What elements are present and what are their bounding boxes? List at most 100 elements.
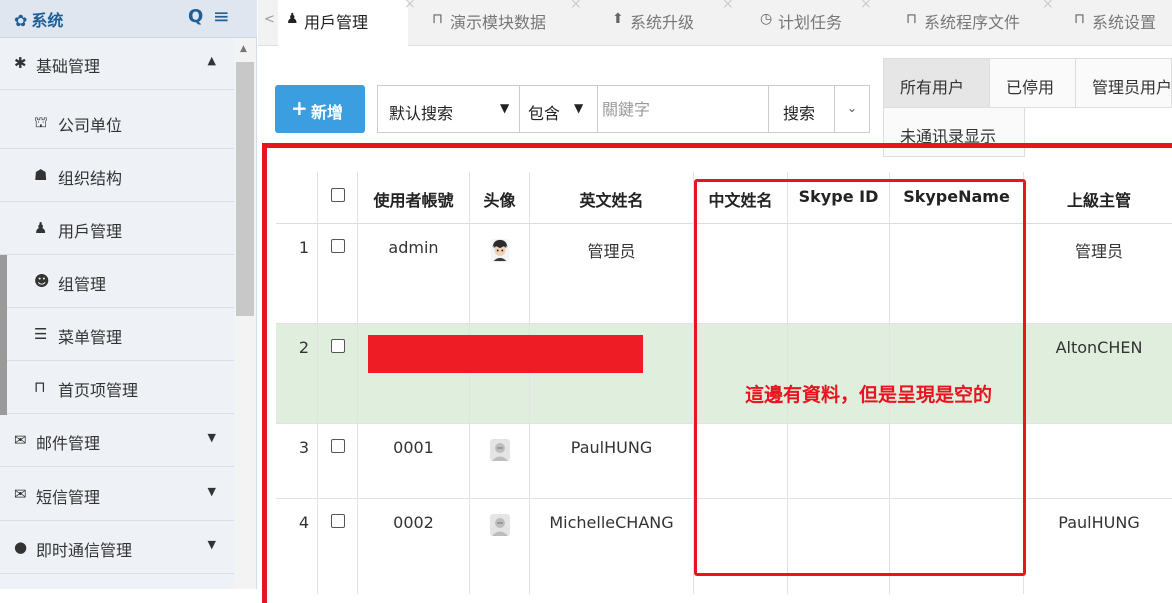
supervisor-cell bbox=[1024, 424, 1172, 498]
col-header-english-name[interactable]: 英文姓名 bbox=[530, 172, 694, 224]
chevron-down-icon: ⌄ bbox=[847, 101, 858, 115]
row-checkbox[interactable] bbox=[330, 439, 345, 453]
bookmark-icon: ⊓ bbox=[34, 378, 46, 396]
row-number: 2 bbox=[276, 324, 318, 423]
chevron-down-icon: ▼ bbox=[207, 538, 216, 551]
group-icon: ☻ bbox=[34, 272, 50, 290]
tab-system-settings[interactable]: ⊓ 系统设置 bbox=[1066, 0, 1172, 46]
search-group: 默认搜索 ▼ 包含 ▼ 搜索 ⌄ bbox=[377, 85, 870, 133]
sidebar-item-company[interactable]: ⛫ 公司单位 bbox=[0, 97, 234, 149]
sidebar-title[interactable]: ✿ 系统 bbox=[14, 7, 63, 31]
row-checkbox[interactable] bbox=[330, 239, 345, 253]
col-header-avatar[interactable]: 头像 bbox=[470, 172, 530, 224]
scroll-up-icon[interactable]: ▲ bbox=[240, 44, 247, 54]
supervisor-cell: PaulHUNG bbox=[1058, 513, 1140, 532]
list-icon: ☰ bbox=[34, 325, 48, 343]
sidebar-item-groups[interactable]: ☻ 组管理 bbox=[0, 256, 234, 308]
tab-demo-data[interactable]: ⊓ 演示模块数据 × bbox=[424, 0, 582, 46]
empty-columns-highlight-box bbox=[694, 179, 1026, 576]
bookmark-icon: ⊓ bbox=[432, 11, 443, 27]
chevron-down-icon: ▼ bbox=[207, 431, 216, 444]
col-header-supervisor[interactable]: 上級主管 bbox=[1024, 172, 1172, 224]
close-icon[interactable]: × bbox=[722, 0, 734, 12]
chevron-down-icon: ▼ bbox=[207, 485, 216, 498]
sidebar-scroll-thumb[interactable] bbox=[236, 62, 254, 316]
search-options-button[interactable]: ⌄ bbox=[834, 86, 870, 132]
avatar-cell bbox=[470, 499, 530, 594]
chevron-down-icon: ▼ bbox=[574, 101, 584, 115]
col-header-select-all[interactable] bbox=[318, 172, 358, 224]
sidebar-item-mail[interactable]: ✉ 邮件管理 ▼ bbox=[0, 415, 234, 467]
annotation-text: 這邊有資料，但是呈現是空的 bbox=[745, 384, 993, 406]
add-button[interactable]: + 新增 bbox=[275, 85, 365, 133]
user-icon: ♟ bbox=[34, 219, 48, 237]
avatar-cell bbox=[470, 224, 530, 323]
sidebar-item-im[interactable]: ● 即时通信管理 ▼ bbox=[0, 522, 234, 574]
row-checkbox-cell[interactable] bbox=[318, 324, 358, 423]
close-icon[interactable]: × bbox=[1042, 0, 1054, 12]
envelope-outline-icon: ✉ bbox=[14, 485, 27, 503]
sidebar-item-basic-management[interactable]: ✱ 基础管理 ▲ bbox=[0, 38, 234, 90]
supervisor-cell: 管理员 bbox=[1074, 242, 1123, 261]
row-number: 4 bbox=[276, 499, 318, 594]
sidebar-item-homepage[interactable]: ⊓ 首页项管理 bbox=[0, 362, 234, 414]
arrow-up-icon: ⬆ bbox=[612, 11, 624, 27]
left-edge-scrollbar[interactable] bbox=[0, 255, 7, 415]
sitemap-icon: ☗ bbox=[34, 166, 48, 184]
filter-all-users[interactable]: 所有用户 bbox=[883, 58, 990, 108]
asterisk-icon: ✱ bbox=[14, 54, 27, 72]
avatar-cell bbox=[470, 424, 530, 498]
filter-admin-users[interactable]: 管理员用户 bbox=[1075, 58, 1172, 108]
row-checkbox-cell[interactable] bbox=[318, 499, 358, 594]
plus-icon: + bbox=[291, 96, 308, 120]
user-icon: ♟ bbox=[286, 11, 299, 27]
row-checkbox[interactable] bbox=[330, 339, 345, 353]
bookmark-icon: ⊓ bbox=[906, 11, 917, 27]
tab-scheduled-tasks[interactable]: ◷ 计划任务 × bbox=[752, 0, 882, 46]
menu-icon[interactable]: ≡ bbox=[213, 4, 230, 28]
search-operator-select[interactable]: 包含 ▼ bbox=[520, 86, 598, 132]
sidebar-item-menus[interactable]: ☰ 菜单管理 bbox=[0, 309, 234, 361]
gear-icon: ✿ bbox=[14, 11, 28, 30]
col-header-index bbox=[276, 172, 318, 224]
account-cell: admin bbox=[358, 224, 470, 323]
english-name-cell: PaulHUNG bbox=[530, 424, 694, 498]
keyword-input[interactable] bbox=[598, 86, 768, 132]
close-icon[interactable]: × bbox=[860, 0, 872, 12]
filter-disabled[interactable]: 已停用 bbox=[989, 58, 1076, 108]
chevron-left-icon[interactable]: < bbox=[264, 12, 275, 27]
chevron-up-icon: ▲ bbox=[207, 54, 216, 67]
tab-users[interactable]: ♟ 用戶管理 × bbox=[278, 0, 416, 46]
tab-system-program-files[interactable]: ⊓ 系统程序文件 × bbox=[898, 0, 1054, 46]
redaction-block bbox=[368, 335, 643, 373]
row-checkbox-cell[interactable] bbox=[318, 424, 358, 498]
english-name-cell: 管理员 bbox=[530, 224, 694, 323]
envelope-icon: ✉ bbox=[14, 431, 27, 449]
bank-icon: ⛫ bbox=[34, 113, 48, 131]
select-all-checkbox[interactable] bbox=[330, 188, 345, 202]
sidebar-item-org-structure[interactable]: ☗ 组织结构 bbox=[0, 150, 234, 202]
clock-icon: ◷ bbox=[760, 11, 773, 27]
tab-bar: < ♟ 用戶管理 × ⊓ 演示模块数据 × ⬆ 系统升级 × ◷ 计划任务 × … bbox=[258, 0, 1172, 46]
search-mode-select[interactable]: 默认搜索 ▼ bbox=[378, 86, 520, 132]
account-cell: 0001 bbox=[358, 424, 470, 498]
close-icon[interactable]: × bbox=[570, 0, 582, 12]
sidebar: ✿ 系统 Q ≡ ✱ 基础管理 ▲ ⛫ 公司单位 ☗ 组织结构 ♟ 用戶管理 ☻ … bbox=[0, 0, 257, 589]
tab-system-upgrade[interactable]: ⬆ 系统升级 × bbox=[604, 0, 734, 46]
bookmark-icon: ⊓ bbox=[1074, 11, 1085, 27]
sidebar-item-users[interactable]: ♟ 用戶管理 bbox=[0, 203, 234, 255]
row-checkbox[interactable] bbox=[330, 514, 345, 528]
search-button[interactable]: 搜索 bbox=[768, 86, 834, 132]
row-checkbox-cell[interactable] bbox=[318, 224, 358, 323]
row-number: 1 bbox=[276, 224, 318, 323]
row-number: 3 bbox=[276, 424, 318, 498]
search-icon[interactable]: Q bbox=[188, 6, 203, 27]
sidebar-item-sms[interactable]: ✉ 短信管理 ▼ bbox=[0, 469, 234, 521]
avatar-placeholder-icon bbox=[489, 439, 510, 461]
chevron-down-icon: ▼ bbox=[500, 101, 510, 115]
chat-icon: ● bbox=[14, 538, 28, 556]
supervisor-cell: AltonCHEN bbox=[1055, 338, 1143, 357]
sidebar-header: ✿ 系统 Q ≡ bbox=[0, 0, 257, 38]
col-header-account[interactable]: 使用者帳號 bbox=[358, 172, 470, 224]
close-icon[interactable]: × bbox=[404, 0, 416, 12]
